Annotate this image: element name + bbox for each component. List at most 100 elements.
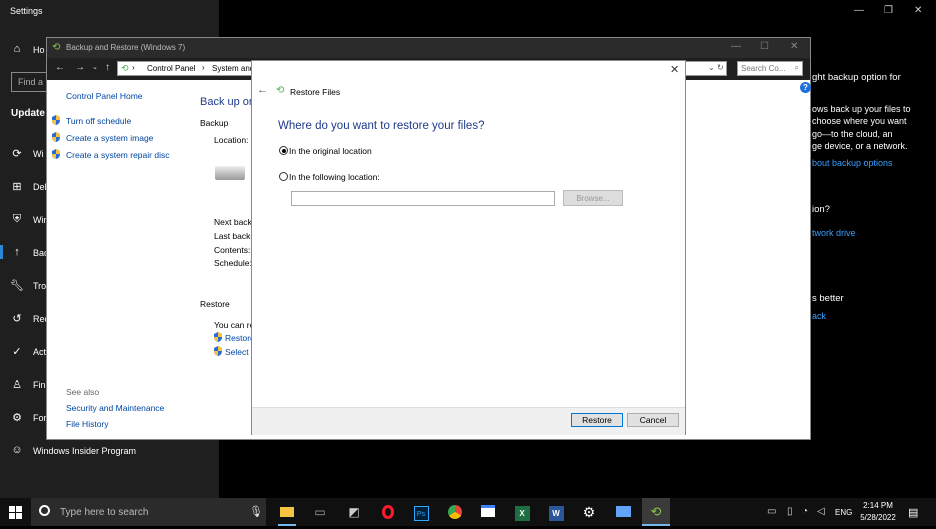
more-backup-options-link[interactable]: bout backup options <box>812 158 893 168</box>
developer-icon: ⚙ <box>12 412 22 424</box>
up-icon[interactable]: ↑ <box>105 62 110 73</box>
active-indicator <box>0 245 3 259</box>
last-backup-label: Last backu <box>214 231 256 241</box>
right-better: s better <box>812 293 844 304</box>
shield-icon: ⛨ <box>12 213 22 225</box>
taskbar-search-box[interactable]: Type here to search 🎙︎ <box>31 498 266 526</box>
help-icon[interactable]: ? <box>800 82 811 93</box>
clock-time[interactable]: 2:14 PM <box>858 501 898 510</box>
create-system-image-link[interactable]: Create a system image <box>66 133 153 143</box>
chevron-down-icon[interactable]: ⌄ <box>708 63 715 72</box>
next-backup-label: Next back <box>214 217 252 227</box>
contents-label: Contents: <box>214 245 251 255</box>
clock-date[interactable]: 5/28/2022 <box>856 513 900 522</box>
radio-following-label[interactable]: In the following location: <box>289 172 380 182</box>
breadcrumb-separator-icon: › <box>202 63 205 72</box>
notification-icon[interactable]: ▤ <box>908 506 918 519</box>
minimize-icon[interactable]: — <box>854 5 864 16</box>
shield-icon <box>52 132 60 144</box>
refresh-icon[interactable]: ↻ <box>717 63 724 72</box>
shield-icon <box>214 346 222 358</box>
windows-start-icon[interactable] <box>9 506 22 519</box>
sidebar-item-delivery[interactable]: Del <box>33 182 47 192</box>
cancel-button[interactable]: Cancel <box>627 413 679 427</box>
opera-icon[interactable] <box>374 498 402 526</box>
microphone-icon[interactable]: 🎙︎ <box>249 505 263 518</box>
network-drive-link[interactable]: twork drive <box>812 228 856 238</box>
minimize-icon[interactable]: — <box>731 41 741 52</box>
backup-icon[interactable]: ⟲ <box>642 498 670 526</box>
gear-icon[interactable]: ⚙ <box>575 498 603 526</box>
schedule-label: Schedule: <box>214 258 252 268</box>
shield-icon <box>52 115 60 127</box>
turn-off-schedule-link[interactable]: Turn off schedule <box>66 116 131 126</box>
see-also-label: See also <box>66 387 100 397</box>
sidebar-item-activation[interactable]: Act <box>33 347 46 357</box>
feedback-link[interactable]: ack <box>812 311 826 321</box>
shield-icon <box>214 332 222 344</box>
people-icon[interactable]: ▭ <box>767 506 776 517</box>
restore-button[interactable]: Restore <box>571 413 623 427</box>
sidebar-item-windows-update[interactable]: Wi <box>33 149 44 159</box>
backup-icon: ⟲ <box>52 42 61 53</box>
taskbar-search-placeholder: Type here to search <box>60 507 149 518</box>
network-icon[interactable]: ◔ <box>802 506 808 517</box>
file-explorer-icon[interactable] <box>273 498 301 526</box>
restore-description: You can re <box>214 320 255 330</box>
right-para-3: go—to the cloud, an <box>812 129 893 139</box>
excel-icon[interactable]: X <box>508 498 536 526</box>
breadcrumb-control-panel[interactable]: Control Panel <box>147 64 195 73</box>
settings-section-title: Update <box>11 108 45 119</box>
dialog-heading: Where do you want to restore your files? <box>278 120 485 132</box>
display-icon[interactable] <box>609 498 637 526</box>
chevron-down-icon[interactable]: ⌄ <box>92 63 98 71</box>
sidebar-item-developers[interactable]: For <box>33 413 47 423</box>
maximize-icon[interactable]: ☐ <box>760 41 769 52</box>
word-icon[interactable]: W <box>542 498 570 526</box>
forward-icon[interactable]: → <box>75 62 85 73</box>
chrome-icon[interactable] <box>441 498 469 526</box>
sidebar-item-insider[interactable]: Windows Insider Program <box>33 446 136 456</box>
radio-following-location[interactable] <box>279 172 288 181</box>
backup-icon: ⟲ <box>276 85 285 96</box>
radio-original-location[interactable] <box>279 146 288 155</box>
home-icon: ⌂ <box>13 43 21 55</box>
close-icon[interactable]: ✕ <box>790 41 798 52</box>
cp-title: Backup and Restore (Windows 7) <box>66 43 186 52</box>
radio-original-label[interactable]: In the original location <box>289 146 372 156</box>
cp-search-input[interactable]: Search Co... ⌕ <box>737 61 803 76</box>
maximize-icon[interactable]: ❐ <box>884 5 893 16</box>
location-path-input[interactable] <box>291 191 555 206</box>
file-history-link[interactable]: File History <box>66 419 109 429</box>
check-circle-icon: ✓ <box>12 346 22 358</box>
settings-home[interactable]: Ho <box>33 45 45 55</box>
close-icon[interactable]: ✕ <box>914 5 922 16</box>
back-icon[interactable]: ← <box>55 62 65 73</box>
wrench-icon: 🔧︎ <box>10 280 24 292</box>
battery-icon[interactable]: ▯ <box>787 506 793 517</box>
volume-icon[interactable]: ◁ <box>817 506 825 517</box>
sidebar-item-troubleshoot[interactable]: Tro <box>33 281 46 291</box>
cp-home-link[interactable]: Control Panel Home <box>66 91 143 101</box>
breadcrumb-separator-icon: › <box>132 63 135 72</box>
right-question: ion? <box>812 204 830 215</box>
photoshop-icon[interactable]: Ps <box>407 498 435 526</box>
browse-button[interactable]: Browse... <box>563 190 623 206</box>
security-maintenance-link[interactable]: Security and Maintenance <box>66 403 164 413</box>
laptop-icon[interactable]: ▭ <box>306 498 334 526</box>
taskbar: Type here to search 🎙︎ ▭ ◩ Ps X W ⚙ ⟲ ▭ … <box>0 498 936 526</box>
search-icon <box>39 505 50 516</box>
search-icon: ⌕ <box>794 63 799 72</box>
sidebar-item-find-device[interactable]: Fin <box>33 380 46 390</box>
language-indicator[interactable]: ENG <box>835 508 852 517</box>
settings-title: Settings <box>10 6 43 16</box>
photos-icon[interactable]: ◩ <box>340 498 368 526</box>
close-icon[interactable]: ✕ <box>670 63 679 76</box>
back-icon[interactable]: ← <box>257 84 268 96</box>
create-repair-disc-link[interactable]: Create a system repair disc <box>66 150 169 160</box>
window-icon[interactable] <box>474 498 502 526</box>
location-label: Location: <box>214 135 249 145</box>
breadcrumb-system[interactable]: System and <box>212 64 254 73</box>
delivery-icon: ⊞ <box>12 181 22 193</box>
shield-icon <box>52 149 60 161</box>
